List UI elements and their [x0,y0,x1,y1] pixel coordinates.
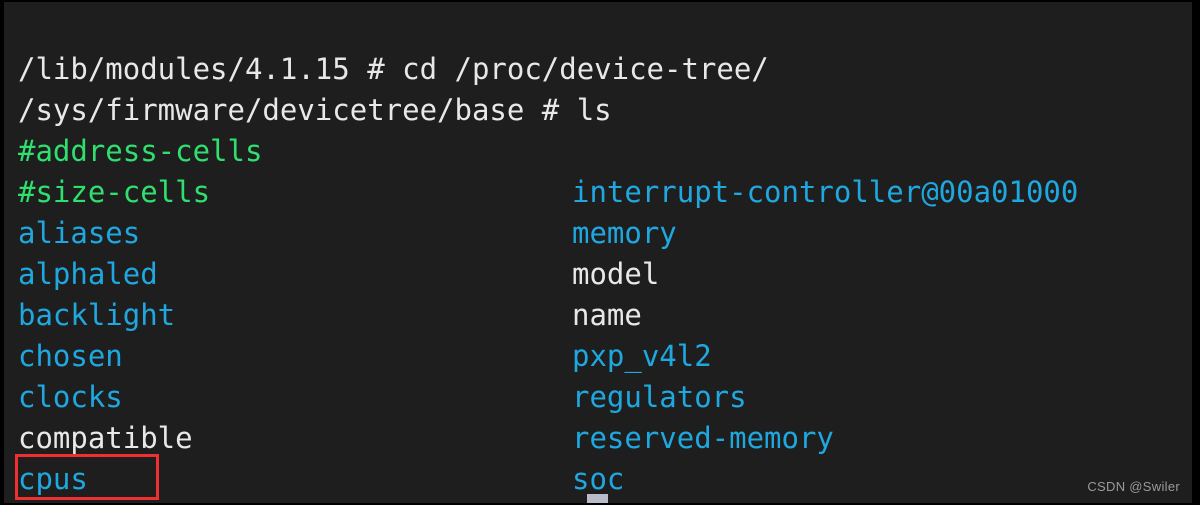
listing-row: chosen regulators [4,295,1192,414]
listing-entry-gpioled[interactable]: gpioled [18,500,140,503]
terminal-screen[interactable]: /lib/modules/4.1.15 # cd /proc/device-tr… [4,2,1192,503]
listing-row: clocks reserved-memory [4,336,1192,455]
listing-row: backlight pxp_v4l2 [4,254,1192,373]
listing-row: #size-cells memory [4,131,1192,250]
listing-entry-sound[interactable]: sound [572,500,659,503]
csdn-watermark: CSDN @Swiler [1087,479,1180,494]
terminal-cursor [587,494,608,503]
listing-row: #address-cells interrupt-controller@00a0… [4,90,1192,209]
terminal-prompt-line-1: /lib/modules/4.1.15 # cd /proc/device-tr… [4,8,1192,86]
listing-row: aliases model [4,172,1192,291]
terminal-prompt-line-2: /sys/firmware/devicetree/base # ls [4,49,1192,127]
listing-row: compatible soc [4,377,1192,496]
listing-row: alphaled name [4,213,1192,332]
terminal-window[interactable]: /lib/modules/4.1.15 # cd /proc/device-tr… [0,0,1200,505]
listing-row: cpus sound [4,418,1192,496]
